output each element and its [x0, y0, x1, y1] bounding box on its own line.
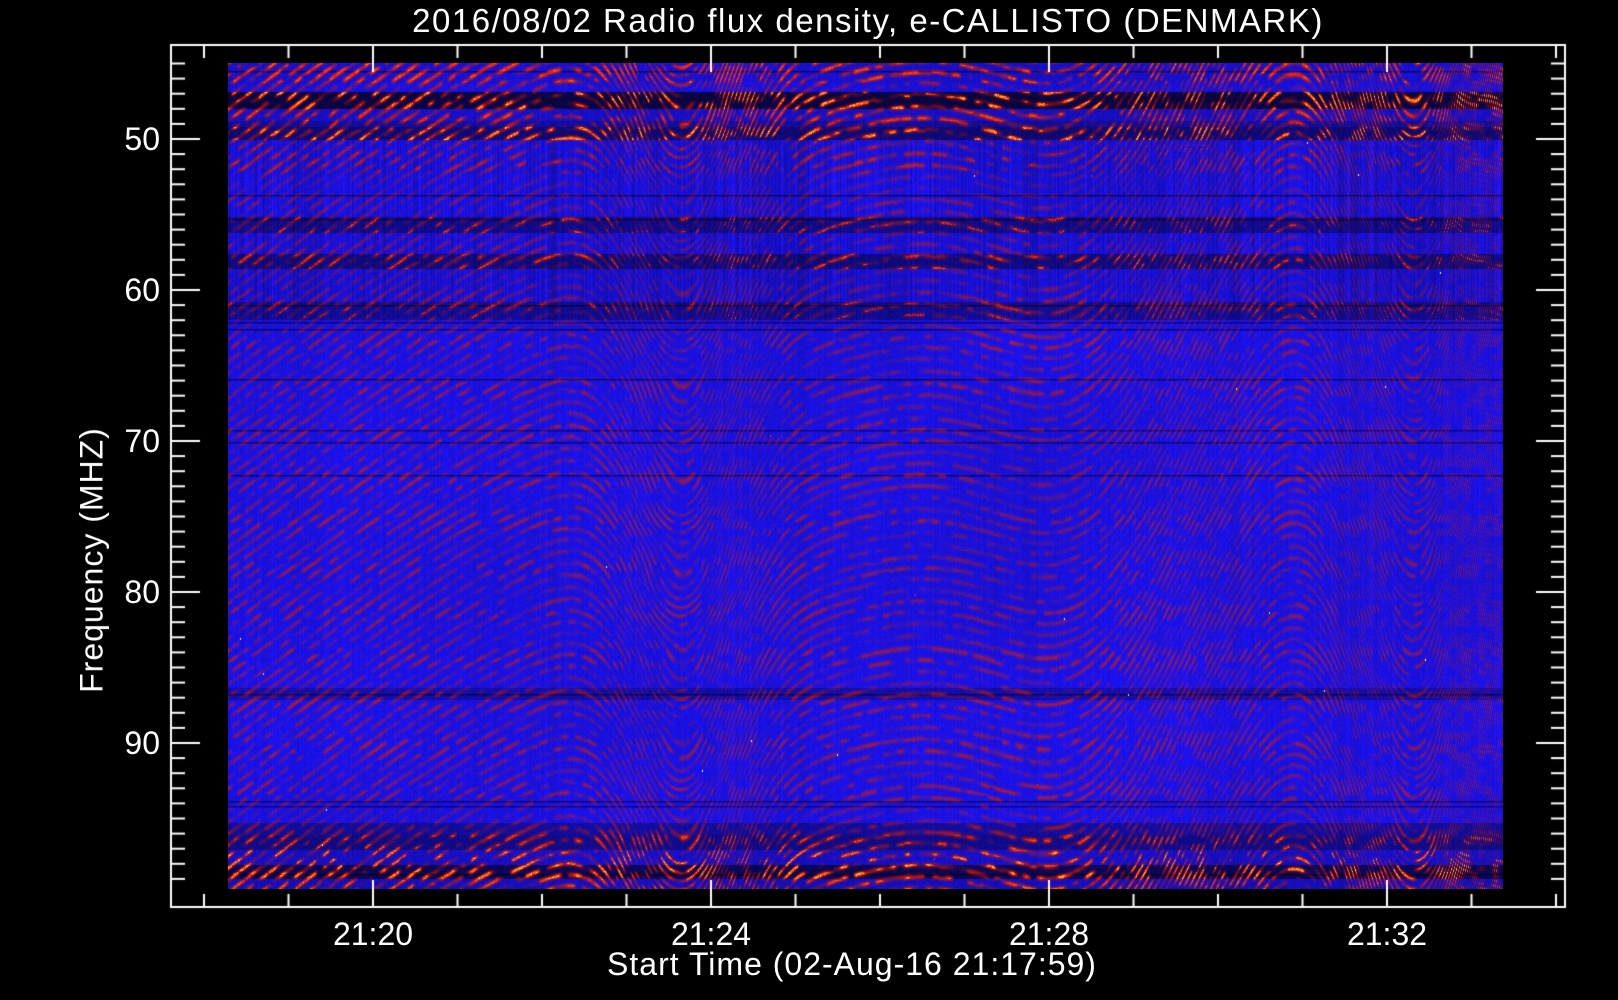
- x-tick-label: 21:28: [1008, 916, 1090, 952]
- y-tick-label: 70: [124, 423, 160, 459]
- x-tick-label: 21:24: [670, 916, 752, 952]
- y-axis-label: Frequency (MHZ): [73, 427, 110, 693]
- x-tick-label: 21:20: [332, 916, 414, 952]
- x-tick-label: 21:32: [1346, 916, 1428, 952]
- y-tick-label: 90: [124, 725, 160, 761]
- y-tick-label: 60: [124, 272, 160, 308]
- y-tick-label: 80: [124, 574, 160, 610]
- axes-frame: [0, 0, 1618, 1000]
- spectrogram-figure: 2016/08/02 Radio flux density, e-CALLIST…: [0, 0, 1618, 1000]
- y-tick-label: 50: [124, 121, 160, 157]
